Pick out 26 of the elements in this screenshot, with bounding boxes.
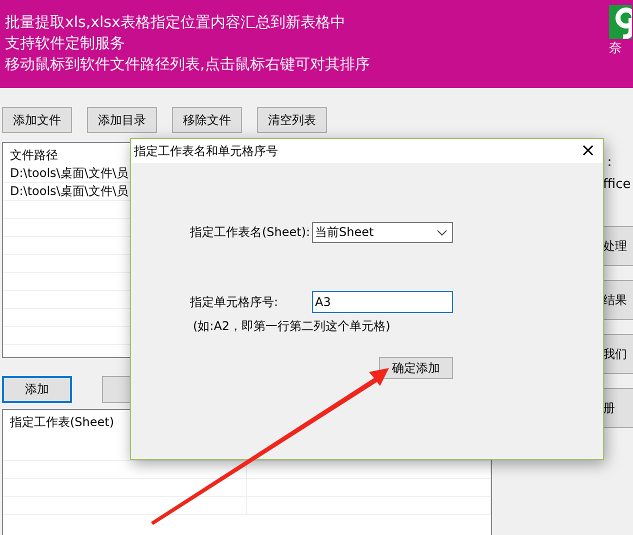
confirm-add-button[interactable]: 确定添加 bbox=[379, 357, 453, 379]
label: ffice bbox=[602, 176, 632, 194]
toolbar-button[interactable]: 添加目录 bbox=[87, 107, 157, 133]
header-text: 移动鼠标到软件文件路径列表,点击鼠标右键可对其排序 bbox=[5, 54, 370, 75]
label: ： bbox=[602, 154, 617, 172]
sheet-dropdown[interactable]: 当前Sheet bbox=[312, 222, 453, 243]
header-text: 批量提取xls,xlsx表格指定位置内容汇总到新表格中 bbox=[5, 12, 346, 33]
hint-text: (如:A2，即第一行第二列这个单元格) bbox=[193, 318, 392, 335]
column-header: 文件路径 bbox=[9, 147, 59, 164]
toolbar-button[interactable]: 添加文件 bbox=[2, 107, 72, 133]
sheet-name-label: 指定工作表名(Sheet): bbox=[190, 224, 312, 241]
toolbar-button[interactable]: 移除文件 bbox=[172, 107, 242, 133]
dialog-title: 指定工作表名和单元格序号 bbox=[133, 142, 278, 160]
chevron-down-icon bbox=[437, 230, 447, 236]
file-path[interactable]: D:\tools\桌面\文件\员 bbox=[10, 166, 128, 180]
toolbar-button[interactable]: 清空列表 bbox=[257, 107, 327, 133]
close-button[interactable]: × bbox=[573, 139, 603, 163]
side-button-text[interactable]: 册 bbox=[603, 400, 615, 416]
file-path[interactable]: D:\tools\桌面\文件\员 bbox=[10, 184, 128, 198]
cell-index-label: 指定单元格序号: bbox=[190, 294, 280, 310]
column-header: 指定工作表(Sheet) bbox=[9, 414, 116, 431]
header-text: 支持软件定制服务 bbox=[5, 33, 126, 54]
logo-caption: 奈 bbox=[609, 41, 622, 57]
add-button[interactable]: 添加 bbox=[2, 376, 72, 403]
cell-index-field[interactable]: A3 bbox=[312, 291, 453, 313]
logo-icon bbox=[609, 5, 632, 39]
